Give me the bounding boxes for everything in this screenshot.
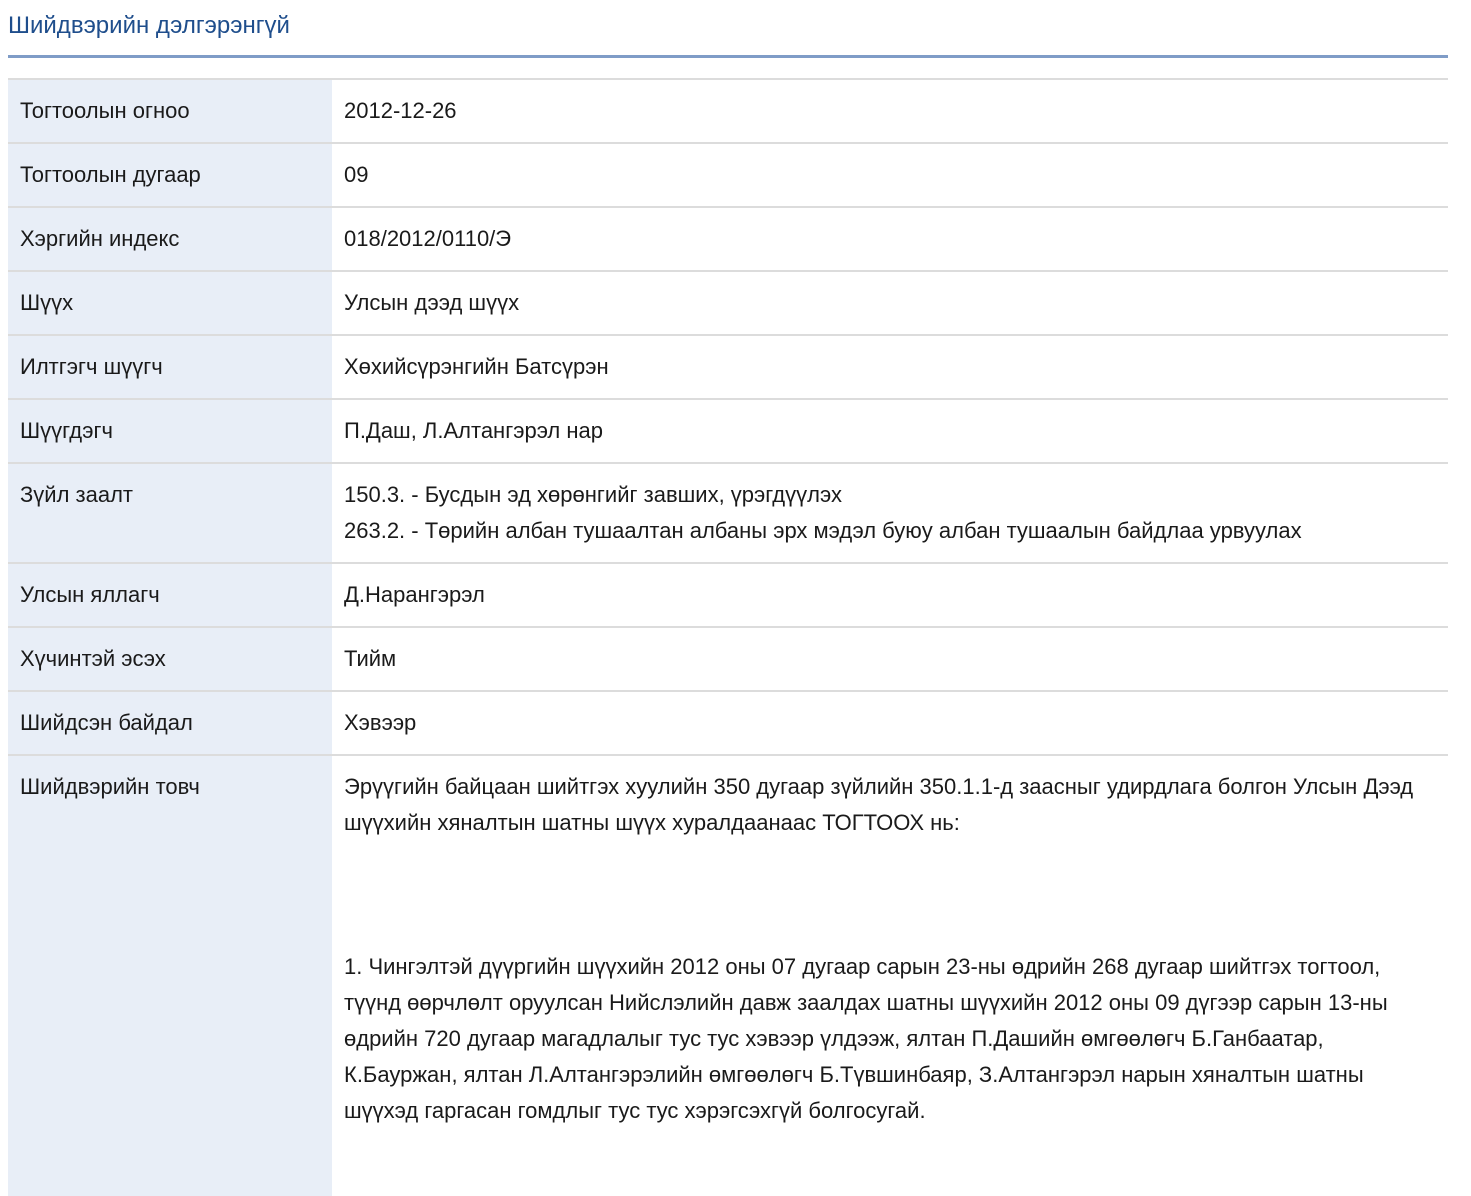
article-line: 150.3. - Бусдын эд хөрөнгийг завших, үрэ… — [344, 482, 842, 507]
row-value: Хөхийсүрэнгийн Батсүрэн — [332, 335, 1448, 400]
row-label: Шүүх — [8, 271, 332, 336]
summary-paragraph: 1. Чингэлтэй дүүргийн шүүхийн 2012 оны 0… — [344, 954, 1388, 1123]
row-number: Тогтоолын дугаар 09 — [8, 143, 1448, 208]
row-value: П.Даш, Л.Алтангэрэл нар — [332, 399, 1448, 464]
row-date: Тогтоолын огноо 2012-12-26 — [8, 78, 1448, 144]
row-label: Тогтоолын дугаар — [8, 143, 332, 208]
row-label: Хэргийн индекс — [8, 207, 332, 272]
row-case-index: Хэргийн индекс 018/2012/0110/Э — [8, 207, 1448, 272]
row-value: Улсын дээд шүүх — [332, 271, 1448, 336]
decision-details-table: Тогтоолын огноо 2012-12-26 Тогтоолын дуг… — [8, 78, 1448, 1196]
row-prosecutor: Улсын яллагч Д.Нарангэрэл — [8, 563, 1448, 628]
row-value: 09 — [332, 143, 1448, 208]
row-label: Шийдсэн байдал — [8, 691, 332, 756]
row-value: Хэвээр — [332, 691, 1448, 756]
row-value: Д.Нарангэрэл — [332, 563, 1448, 628]
row-outcome: Шийдсэн байдал Хэвээр — [8, 691, 1448, 756]
row-value: Эрүүгийн байцаан шийтгэх хуулийн 350 дуг… — [332, 755, 1448, 1196]
row-presiding-judge: Илтгэгч шүүгч Хөхийсүрэнгийн Батсүрэн — [8, 335, 1448, 400]
row-effective: Хүчинтэй эсэх Тийм — [8, 627, 1448, 692]
page-title: Шийдвэрийн дэлгэрэнгүй — [8, 12, 290, 39]
row-label: Тогтоолын огноо — [8, 78, 332, 144]
title-divider — [8, 55, 1448, 58]
row-label: Шүүгдэгч — [8, 399, 332, 464]
row-value: 2012-12-26 — [332, 78, 1448, 144]
row-label: Хүчинтэй эсэх — [8, 627, 332, 692]
row-label: Улсын яллагч — [8, 563, 332, 628]
summary-paragraph: Эрүүгийн байцаан шийтгэх хуулийн 350 дуг… — [344, 774, 1414, 835]
row-label: Шийдвэрийн товч — [8, 755, 332, 1196]
row-label: Зүйл заалт — [8, 463, 332, 564]
row-articles: Зүйл заалт 150.3. - Бусдын эд хөрөнгийг … — [8, 463, 1448, 564]
row-summary: Шийдвэрийн товч Эрүүгийн байцаан шийтгэх… — [8, 755, 1448, 1196]
row-label: Илтгэгч шүүгч — [8, 335, 332, 400]
article-line: 263.2. - Төрийн албан тушаалтан албаны э… — [344, 518, 1302, 543]
row-court: Шүүх Улсын дээд шүүх — [8, 271, 1448, 336]
row-value: 018/2012/0110/Э — [332, 207, 1448, 272]
row-value: 150.3. - Бусдын эд хөрөнгийг завших, үрэ… — [332, 463, 1448, 564]
row-value: Тийм — [332, 627, 1448, 692]
row-defendant: Шүүгдэгч П.Даш, Л.Алтангэрэл нар — [8, 399, 1448, 464]
